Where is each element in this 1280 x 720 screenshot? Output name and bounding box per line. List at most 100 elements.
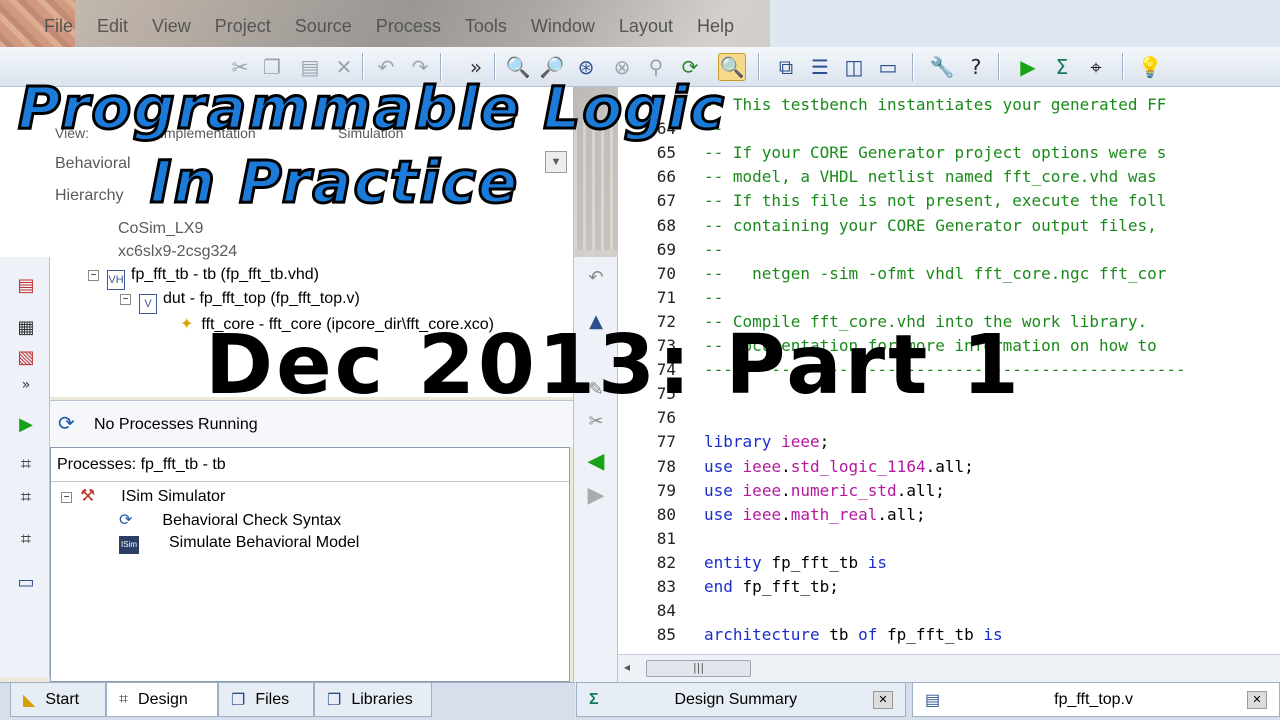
stop-icon[interactable]: ⌗ — [14, 527, 38, 551]
tree-node-dut[interactable]: − Vdut - fp_fft_top (fp_fft_top.v) — [120, 290, 360, 314]
line-number: 82 — [656, 552, 676, 572]
rerun-all-icon[interactable]: ⌗ — [14, 485, 38, 509]
menu-process[interactable]: Process — [364, 14, 453, 42]
forward-arrow-icon[interactable]: ▶ — [584, 483, 608, 508]
tab-start[interactable]: ◣ Start — [10, 683, 106, 717]
isim-tools-icon: ⚒ — [80, 486, 96, 505]
collapse-toggle-icon[interactable]: − — [120, 294, 131, 305]
menu-help[interactable]: Help — [685, 14, 746, 42]
tile-horizontal-icon[interactable]: ☰ — [806, 53, 834, 81]
tab-files-label: Files — [255, 690, 290, 708]
back-arrow-icon[interactable]: ◀ — [584, 449, 608, 474]
mode-dropdown-arrow-icon[interactable]: ▼ — [545, 151, 567, 173]
tab-design-summary[interactable]: Σ Design Summary ✕ — [576, 683, 906, 717]
new-source-icon[interactable]: ▧ — [14, 345, 38, 369]
scroll-left-icon[interactable]: ◂ — [624, 660, 630, 674]
code-line[interactable]: -- This testbench instantiates your gene… — [704, 95, 1166, 114]
tab-fp-fft-top-label: fp_fft_top.v — [1054, 690, 1133, 708]
overlay-title-line1: Programmable Logic — [17, 73, 726, 144]
code-line[interactable]: use ieee.std_logic_1164.all; — [704, 457, 974, 476]
process-item-simulate[interactable]: ISim Simulate Behavioral Model — [119, 534, 359, 554]
code-line[interactable]: end fp_fft_tb; — [704, 577, 839, 596]
close-tab-icon[interactable]: ✕ — [873, 690, 893, 709]
collapse-toggle-icon[interactable]: − — [61, 492, 72, 503]
line-number: 80 — [656, 504, 676, 524]
line-number: 83 — [656, 577, 676, 596]
add-copy-icon[interactable]: ▦ — [14, 315, 38, 339]
close-tab-icon[interactable]: ✕ — [1247, 690, 1267, 709]
line-number: 66 — [656, 167, 676, 187]
lightbulb-icon[interactable]: 💡 — [1136, 53, 1164, 81]
add-source-icon[interactable]: ▤ — [14, 273, 38, 297]
cascade-windows-icon[interactable]: ⧉ — [772, 53, 800, 81]
code-line[interactable]: architecture tb of fp_fft_tb is — [704, 625, 1003, 644]
horizontal-scrollbar[interactable]: ◂ ||| — [618, 654, 1280, 682]
menu-project[interactable]: Project — [203, 14, 283, 42]
tab-libraries-label: Libraries — [351, 690, 413, 708]
menu-source[interactable]: Source — [283, 14, 364, 42]
open-view-icon[interactable]: ▭ — [14, 570, 38, 594]
line-number: 78 — [656, 456, 676, 476]
code-line[interactable]: -- model, a VHDL netlist named fft_core.… — [704, 167, 1157, 186]
line-number: 69 — [656, 239, 676, 259]
left-tab-bar: ◣ Start ⌗ Design ❐ Files ❐ Libraries — [0, 682, 575, 720]
verilog-file-icon: V — [139, 294, 157, 314]
line-number: 84 — [656, 601, 676, 621]
process-item-label: Behavioral Check Syntax — [162, 512, 342, 529]
sum-icon: Σ — [589, 690, 599, 708]
menu-window[interactable]: Window — [519, 14, 607, 42]
overlay-subtitle: Dec 2013: Part 1 — [205, 318, 1022, 413]
tab-design[interactable]: ⌗ Design — [106, 683, 218, 717]
run-icon[interactable]: ▶ — [1014, 53, 1042, 81]
settings-wrench-icon[interactable]: 🔧 — [928, 53, 956, 81]
code-line[interactable]: entity fp_fft_tb is — [704, 553, 887, 572]
rerun-icon[interactable]: ⌗ — [14, 452, 38, 476]
line-number: 79 — [656, 480, 676, 500]
tab-files[interactable]: ❐ Files — [218, 683, 314, 717]
project-node[interactable]: CoSim_LX9 — [118, 220, 203, 238]
context-help-icon[interactable]: ? — [962, 53, 990, 81]
code-line[interactable]: -- If your CORE Generator project option… — [704, 143, 1166, 162]
process-item-check-syntax[interactable]: ⟳ Behavioral Check Syntax — [119, 510, 341, 530]
menu-edit[interactable]: Edit — [85, 14, 140, 42]
code-line[interactable]: -- — [704, 240, 723, 259]
run-process-icon[interactable]: ▶ — [14, 412, 38, 436]
sum-icon[interactable]: Σ — [1048, 53, 1076, 81]
process-group-isim[interactable]: − ⚒ ISim Simulator — [61, 486, 225, 506]
process-status-text: No Processes Running — [94, 416, 258, 433]
code-line[interactable]: -- — [704, 288, 723, 307]
scroll-thumb[interactable]: ||| — [646, 660, 751, 677]
telescope-icon[interactable]: ⌖ — [1082, 53, 1110, 81]
float-window-icon[interactable]: ▭ — [874, 53, 902, 81]
tile-vertical-icon[interactable]: ◫ — [840, 53, 868, 81]
refresh-arrows-icon: ⟳ — [119, 512, 133, 529]
overlay-title-line2: In Practice — [148, 147, 520, 218]
mode-select[interactable]: Behavioral — [55, 155, 131, 173]
code-line[interactable]: -- If this file is not present, execute … — [704, 191, 1166, 210]
menu-tools[interactable]: Tools — [453, 14, 519, 42]
code-line[interactable]: use ieee.numeric_std.all; — [704, 481, 945, 500]
tab-design-summary-label: Design Summary — [674, 690, 798, 708]
tab-libraries[interactable]: ❐ Libraries — [314, 683, 432, 717]
tab-fp-fft-top[interactable]: ▤ fp_fft_top.v ✕ — [912, 683, 1280, 717]
menu-bar: File Edit View Project Source Process To… — [0, 14, 770, 42]
code-line[interactable]: use ieee.math_real.all; — [704, 505, 926, 524]
line-number: 67 — [656, 191, 676, 211]
code-line[interactable]: library ieee; — [704, 432, 829, 451]
tree-node-tb[interactable]: − VH fp_fft_tb - tb (fp_fft_tb.vhd) — [88, 266, 319, 290]
line-number: 70 — [656, 263, 676, 283]
undo-edit-icon[interactable]: ↶ — [584, 265, 608, 289]
line-number: 68 — [656, 215, 676, 235]
refresh-arrows-icon: ⟳ — [58, 411, 75, 435]
isim-app-icon: ISim — [119, 536, 139, 554]
code-line[interactable]: -- netgen -sim -ofmt vhdl fft_core.ngc f… — [704, 264, 1166, 283]
more-chevron-icon[interactable]: » — [14, 373, 38, 397]
device-node[interactable]: xc6slx9-2csg324 — [118, 243, 237, 261]
menu-layout[interactable]: Layout — [607, 14, 685, 42]
collapse-toggle-icon[interactable]: − — [88, 270, 99, 281]
code-line[interactable]: -- containing your CORE Generator output… — [704, 216, 1157, 235]
line-number: 85 — [656, 625, 676, 645]
line-number: 71 — [656, 287, 676, 307]
menu-view[interactable]: View — [140, 14, 203, 42]
menu-file[interactable]: File — [0, 14, 85, 42]
